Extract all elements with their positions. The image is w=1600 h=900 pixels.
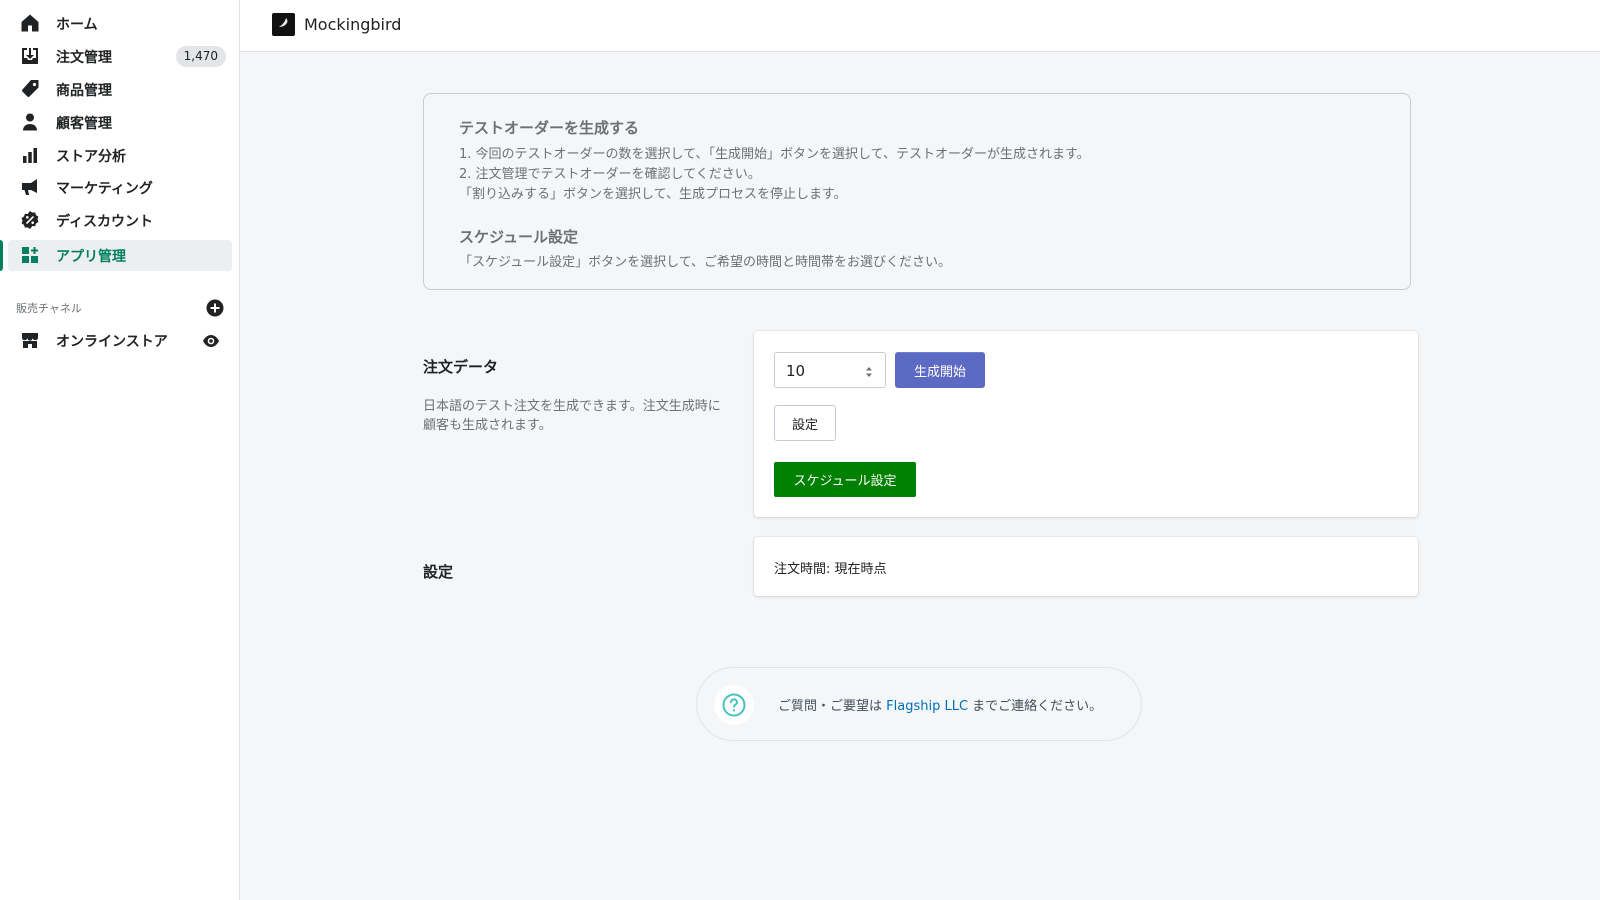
sidebar-item-label: オンラインストア [56,333,168,350]
help-prefix: ご質問・ご要望は [778,699,887,714]
instructions-panel: テストオーダーを生成する 1. 今回のテストオーダーの数を選択して、「生成開始」… [423,93,1411,290]
home-icon [20,13,40,33]
sidebar-item-products[interactable]: 商品管理 [8,74,232,105]
sidebar-item-home[interactable]: ホーム [8,8,232,39]
active-indicator [0,240,3,271]
help-footer: ご質問・ご要望は Flagship LLC までご連絡ください。 [696,667,1142,741]
tag-icon [20,79,40,99]
start-generation-button[interactable]: 生成開始 [895,352,985,388]
store-icon [20,330,40,350]
orders-count-badge: 1,470 [175,46,226,67]
question-icon [722,693,746,717]
help-suffix: までご連絡ください。 [968,699,1103,714]
discount-icon [20,210,40,230]
schedule-settings-button[interactable]: スケジュール設定 [774,462,916,497]
eye-icon[interactable] [202,332,220,350]
orders-icon [20,46,40,66]
top-bar: Mockingbird [240,0,1600,52]
instructions-line: 「割り込みする」ボタンを選択して、生成プロセスを停止します。 [459,187,847,202]
app-name: Mockingbird [304,15,402,34]
sidebar-item-customers[interactable]: 顧客管理 [8,107,232,138]
customer-icon [20,112,40,132]
sales-channels-header: 販売チャネル [16,298,224,318]
instructions-line: 1. 今回のテストオーダーの数を選択して、「生成開始」ボタンを選択して、テストオ… [459,147,1090,162]
sidebar-item-orders[interactable]: 注文管理 1,470 [8,41,232,72]
select-arrows-icon [865,364,873,378]
sidebar-item-label: ストア分析 [56,148,126,165]
sidebar-item-marketing[interactable]: マーケティング [8,172,232,203]
settings-title: 設定 [423,563,454,581]
order-time-text: 注文時間: 現在時点 [774,562,887,577]
settings-card: 注文時間: 現在時点 [754,537,1418,596]
instructions-title: テストオーダーを生成する [459,119,640,137]
analytics-icon [20,145,40,165]
sidebar-item-discounts[interactable]: ディスカウント [8,205,232,236]
sidebar-item-apps[interactable]: アプリ管理 [8,240,232,271]
schedule-instructions: 「スケジュール設定」ボタンを選択して、ご希望の時間と時間帯をお選びください。 [459,255,952,270]
order-quantity-value: 10 [786,362,806,380]
question-icon-wrapper [714,685,754,725]
sidebar-item-label: ホーム [56,16,98,33]
settings-button[interactable]: 設定 [774,405,836,441]
sidebar-item-label: 商品管理 [56,82,112,99]
help-text: ご質問・ご要望は Flagship LLC までご連絡ください。 [778,695,1102,714]
schedule-title: スケジュール設定 [459,228,578,246]
sales-channels-title: 販売チャネル [16,302,82,315]
megaphone-icon [20,177,40,197]
order-quantity-select[interactable]: 10 [774,352,886,388]
sidebar-item-label: 注文管理 [56,49,112,66]
app-logo [272,13,295,36]
order-data-description: 日本語のテスト注文を生成できます。注文生成時に顧客も生成されます。 [423,399,721,433]
sidebar-item-label: 顧客管理 [56,115,112,132]
sidebar: ホーム 注文管理 1,470 商品管理 顧客管理 ストア分析 マーケティング デ… [0,0,240,900]
sidebar-item-label: アプリ管理 [56,248,126,265]
add-channel-icon[interactable] [206,299,224,317]
instructions-line: 2. 注文管理でテストオーダーを確認してください。 [459,167,761,182]
sidebar-item-label: マーケティング [56,180,153,197]
sidebar-item-analytics[interactable]: ストア分析 [8,140,232,171]
sidebar-item-label: ディスカウント [56,213,154,230]
flagship-llc-link[interactable]: Flagship LLC [886,699,968,714]
apps-icon [20,245,40,265]
order-data-card: 10 生成開始 設定 スケジュール設定 [754,331,1418,517]
sidebar-item-online-store[interactable]: オンラインストア [8,325,232,356]
order-data-title: 注文データ [423,358,499,376]
